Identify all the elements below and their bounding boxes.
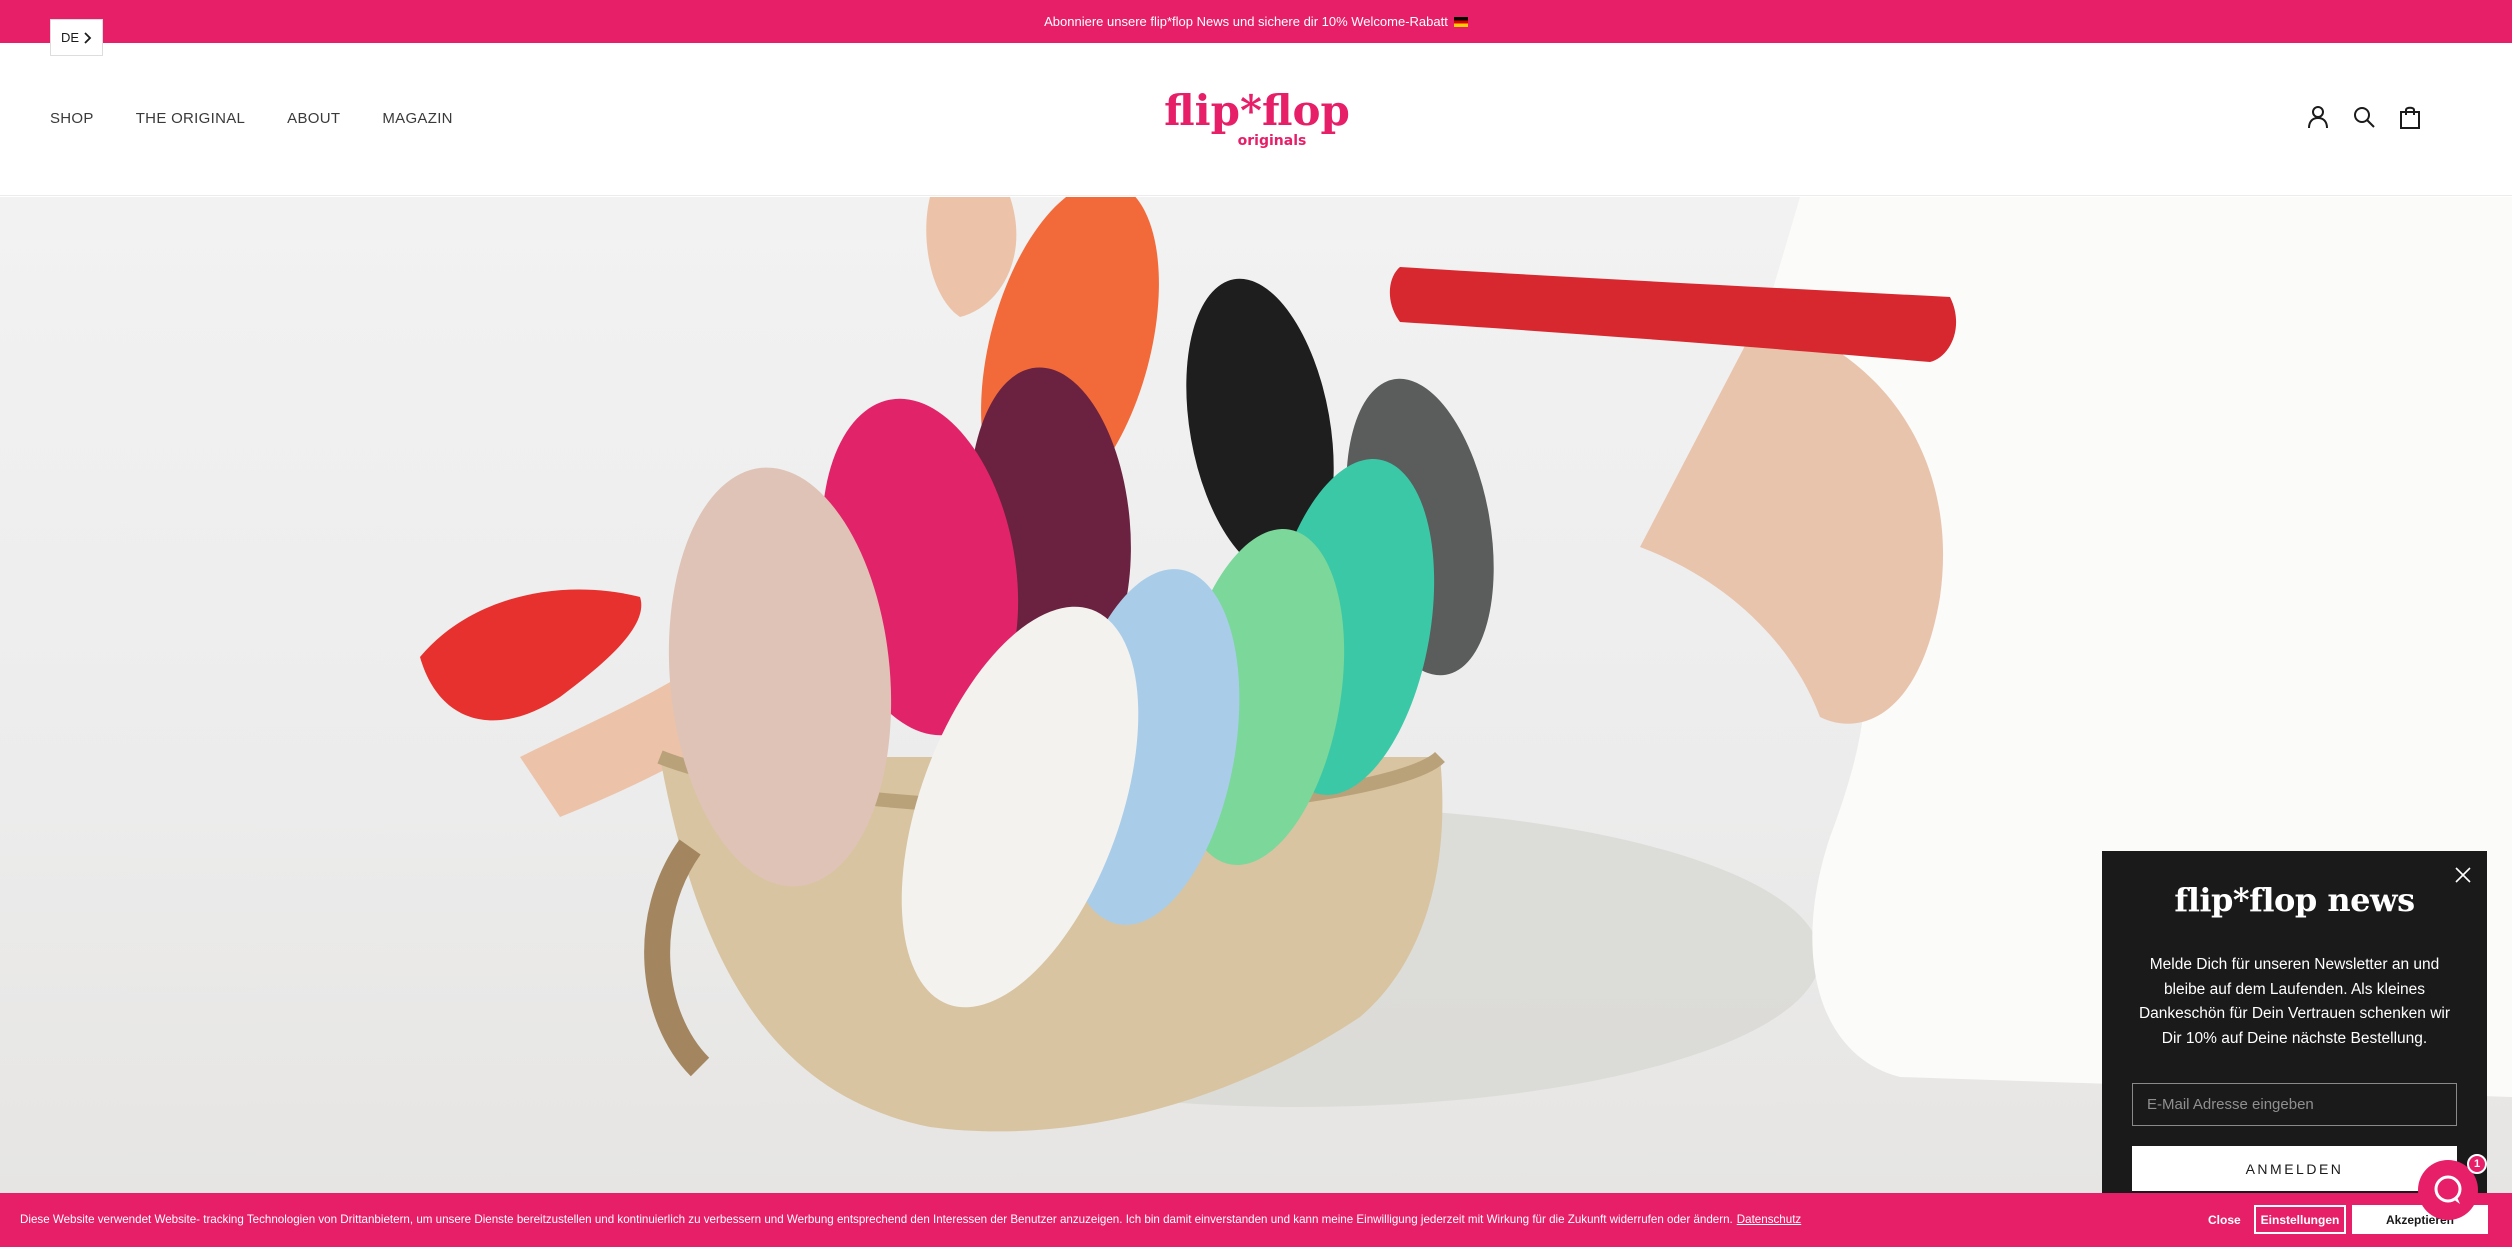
nav-item-the-original[interactable]: THE ORIGINAL — [136, 110, 245, 127]
subscribe-button[interactable]: ANMELDEN — [2132, 1146, 2457, 1191]
announcement-bar[interactable]: Abonniere unsere flip*flop News und sich… — [0, 0, 2512, 43]
newsletter-popup: flip*flop news Melde Dich für unseren Ne… — [2102, 851, 2487, 1197]
user-icon[interactable] — [2306, 105, 2330, 129]
newsletter-description: Melde Dich für unseren Newsletter an und… — [2138, 956, 2451, 1047]
chat-badge: 1 — [2467, 1154, 2487, 1174]
privacy-link[interactable]: Datenschutz — [1737, 1213, 1801, 1226]
cookie-text-wrapper: Diese Website verwendet Website- trackin… — [20, 1213, 1801, 1226]
cookie-text: Diese Website verwendet Website- trackin… — [20, 1213, 1733, 1226]
chevron-right-icon — [84, 31, 92, 44]
cookie-banner: Diese Website verwendet Website- trackin… — [0, 1193, 2512, 1247]
language-label: DE — [60, 30, 80, 45]
email-field[interactable] — [2132, 1083, 2457, 1126]
search-icon[interactable] — [2352, 105, 2376, 129]
announcement-text[interactable]: Abonniere unsere flip*flop News und sich… — [1044, 14, 1448, 29]
header-actions — [2306, 105, 2422, 129]
nav-item-about[interactable]: ABOUT — [287, 110, 340, 127]
nav-item-shop[interactable]: SHOP — [50, 110, 94, 127]
main-nav: SHOP THE ORIGINAL ABOUT MAGAZIN — [50, 110, 453, 127]
cookie-settings-button[interactable]: Einstellungen — [2254, 1205, 2346, 1234]
newsletter-title: flip*flop news — [2174, 881, 2415, 919]
shopping-bag-icon[interactable] — [2398, 105, 2422, 129]
german-flag-icon — [1453, 16, 1468, 27]
logo-subtext: originals — [1238, 133, 1307, 149]
brand-logo[interactable]: flip*flop originals — [1160, 83, 1355, 153]
chat-bubble-icon — [2434, 1175, 2462, 1204]
nav-item-magazin[interactable]: MAGAZIN — [382, 110, 452, 127]
site-header: SHOP THE ORIGINAL ABOUT MAGAZIN flip*flo… — [0, 43, 2512, 196]
language-selector[interactable]: DE — [50, 19, 103, 56]
logo-text: flip*flop — [1164, 86, 1350, 135]
cookie-close-button[interactable]: Close — [2208, 1213, 2241, 1227]
